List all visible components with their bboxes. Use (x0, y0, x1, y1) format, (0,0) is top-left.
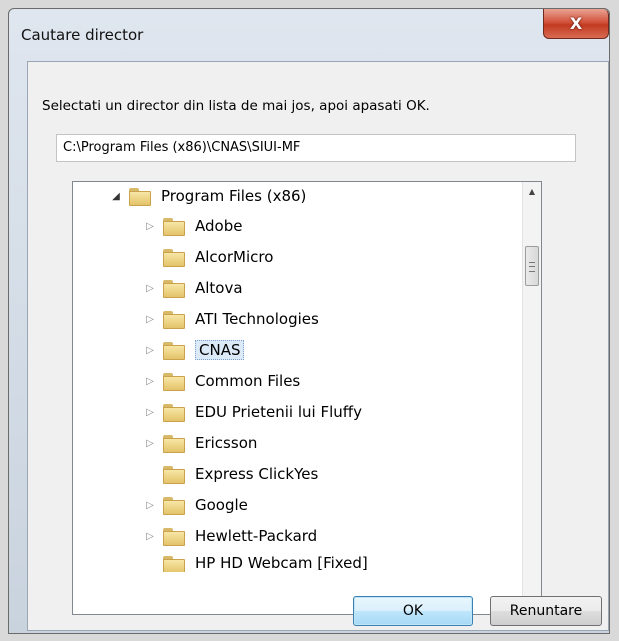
tree-node-label: Ericsson (195, 434, 258, 452)
tree-node-label: CNAS (195, 340, 245, 360)
tree-node-label: Hewlett-Packard (195, 527, 318, 545)
expand-icon[interactable]: ▷ (143, 405, 157, 419)
folder-icon (163, 247, 185, 267)
expand-icon[interactable]: ▷ (143, 529, 157, 543)
folder-icon (163, 216, 185, 236)
folder-icon (163, 309, 185, 329)
tree-node[interactable]: ▷ Common Files (143, 368, 300, 394)
folder-icon (163, 433, 185, 453)
tree-node-label: Express ClickYes (195, 465, 319, 483)
tree-node[interactable]: ▷ Hewlett-Packard (143, 523, 317, 549)
tree-node-label: Common Files (195, 372, 301, 390)
tree-root-node[interactable]: ◢ Program Files (x86) (109, 183, 306, 209)
expand-icon[interactable]: ▷ (143, 281, 157, 295)
tree-node[interactable]: ▷ ATI Technologies (143, 306, 319, 332)
tree-node-selected[interactable]: ▷ CNAS (143, 337, 245, 363)
tree-node[interactable]: ▷ Altova (143, 275, 243, 301)
folder-icon (163, 278, 185, 298)
browse-folder-dialog: Cautare director X Selectati un director… (8, 8, 610, 634)
folder-tree[interactable]: ◢ Program Files (x86) ▷ Adobe ▷ AlcorMic… (72, 181, 542, 615)
close-icon: X (569, 14, 583, 33)
folder-icon (163, 371, 185, 391)
folder-path-field[interactable]: C:\Program Files (x86)\CNAS\SIUI-MF (56, 134, 576, 162)
expand-icon[interactable]: ▷ (143, 498, 157, 512)
tree-node-label: Adobe (195, 217, 243, 235)
folder-icon (163, 340, 185, 360)
tree-node[interactable]: ▷ Google (143, 492, 248, 518)
expand-icon[interactable]: ▷ (143, 343, 157, 357)
folder-icon (163, 464, 185, 484)
tree-node-label: HP HD Webcam [Fixed] (195, 554, 368, 572)
tree-node[interactable]: ▷ Express ClickYes (143, 461, 318, 487)
title-bar[interactable]: Cautare director X (9, 9, 609, 59)
window-title: Cautare director (21, 26, 144, 44)
tree-node[interactable]: ▷ Adobe (143, 213, 242, 239)
folder-icon (163, 495, 185, 515)
instruction-text: Selectati un director din lista de mai j… (42, 98, 430, 114)
dialog-body: Selectati un director din lista de mai j… (27, 61, 609, 631)
vertical-scrollbar[interactable]: ▲ ▼ (522, 182, 541, 614)
folder-icon (163, 526, 185, 546)
scroll-up-arrow-icon[interactable]: ▲ (523, 182, 541, 200)
tree-node[interactable]: ▷ EDU Prietenii lui Fluffy (143, 399, 362, 425)
expand-icon[interactable]: ▷ (143, 219, 157, 233)
tree-node-label: EDU Prietenii lui Fluffy (195, 403, 362, 421)
cancel-button[interactable]: Renuntare (490, 596, 602, 626)
tree-node[interactable]: ▷ Ericsson (143, 430, 257, 456)
expand-icon[interactable]: ▷ (143, 374, 157, 388)
close-button[interactable]: X (543, 9, 609, 39)
tree-node-label: Google (195, 496, 248, 514)
tree-node-label: Altova (195, 279, 243, 297)
expand-icon[interactable]: ▷ (143, 312, 157, 326)
tree-node-label: Program Files (x86) (161, 187, 307, 205)
grip-icon (529, 262, 535, 272)
tree-node-label: ATI Technologies (195, 310, 319, 328)
scroll-thumb[interactable] (525, 246, 539, 286)
expand-icon[interactable]: ▷ (143, 436, 157, 450)
folder-icon (163, 402, 185, 422)
tree-node-label: AlcorMicro (195, 248, 274, 266)
tree-node[interactable]: ▷ HP HD Webcam [Fixed] (143, 554, 368, 572)
tree-node[interactable]: ▷ AlcorMicro (143, 244, 273, 270)
folder-icon (129, 186, 151, 206)
folder-icon (163, 554, 185, 572)
collapse-icon[interactable]: ◢ (109, 189, 123, 203)
ok-button[interactable]: OK (353, 596, 473, 626)
